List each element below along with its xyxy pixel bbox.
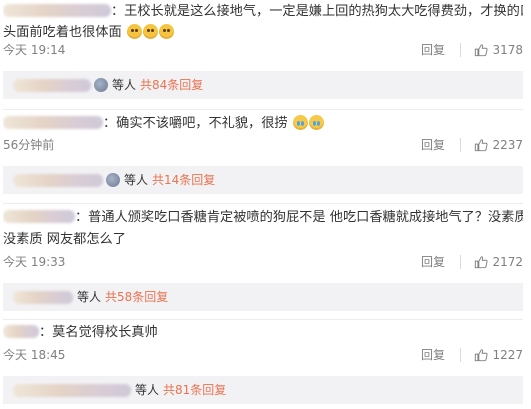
laugh-emoji-icon xyxy=(158,24,174,39)
sub-replies-box[interactable]: 等人 共58条回复 xyxy=(3,283,523,311)
blurred-username xyxy=(13,78,91,92)
avatar xyxy=(106,173,120,187)
comment-time: 今天 19:33 xyxy=(3,255,66,269)
like-button[interactable]: 2237 xyxy=(474,135,523,155)
blurred-username[interactable] xyxy=(3,325,39,338)
reply-button[interactable]: 回复 xyxy=(421,40,445,60)
others-label: 等人 xyxy=(112,78,137,92)
cry-emoji-icon xyxy=(308,115,324,130)
like-button[interactable]: 1227 xyxy=(474,345,523,365)
comment-meta: 今天 18:45 回复 1227 xyxy=(3,345,523,365)
comment-meta: 56分钟前 回复 2237 xyxy=(3,135,523,155)
sub-replies-box[interactable]: 等人 共84条回复 xyxy=(3,71,523,99)
comment-time: 56分钟前 xyxy=(3,138,55,152)
thumbs-up-icon xyxy=(475,256,489,269)
divider xyxy=(3,109,523,110)
comment-time: 今天 18:45 xyxy=(3,348,66,362)
comment-text-line: ：普通人颁奖吃口香糖肯定被喷的狗屁不是 他吃口香糖就成接地气了？没素质就是 xyxy=(3,207,523,228)
laugh-emoji-icon xyxy=(142,24,158,39)
blurred-username[interactable] xyxy=(3,116,103,129)
others-label: 等人 xyxy=(77,290,102,304)
like-button[interactable]: 3178 xyxy=(474,40,523,60)
divider xyxy=(3,203,523,204)
laugh-emoji-icon xyxy=(126,24,142,39)
others-label: 等人 xyxy=(135,383,160,397)
like-count: 1227 xyxy=(492,348,523,362)
like-button[interactable]: 2172 xyxy=(474,252,523,272)
reply-button[interactable]: 回复 xyxy=(421,135,445,155)
divider xyxy=(460,138,461,152)
comment-text-line: ：王校长就是这么接地气，一定是嫌上回的热狗太大吃得费劲，才换的口香糖，镜 xyxy=(3,1,523,22)
like-count: 2172 xyxy=(492,255,523,269)
thumbs-up-icon xyxy=(475,44,489,57)
divider xyxy=(460,348,461,362)
divider xyxy=(460,43,461,57)
comment-text-line: ：莫名觉得校长真帅 xyxy=(3,322,523,343)
comment-text-line: 没素质 网友都怎么了 xyxy=(3,232,126,247)
reply-button[interactable]: 回复 xyxy=(421,345,445,365)
blurred-username xyxy=(13,173,103,187)
thumbs-up-icon xyxy=(475,139,489,152)
comment-meta: 今天 19:14 回复 3178 xyxy=(3,40,523,60)
reply-count-link[interactable]: 共84条回复 xyxy=(140,71,203,99)
divider xyxy=(3,319,523,320)
reply-count-link[interactable]: 共58条回复 xyxy=(105,283,168,311)
divider xyxy=(460,255,461,269)
comment-text-line: ：确实不该嚼吧，不礼貌，很捞 xyxy=(3,113,523,134)
blurred-username[interactable] xyxy=(3,210,75,223)
sub-replies-box[interactable]: 等人 共81条回复 xyxy=(3,376,523,404)
reply-count-link[interactable]: 共81条回复 xyxy=(163,376,226,404)
comment-meta: 今天 19:33 回复 2172 xyxy=(3,252,523,272)
reply-count-link[interactable]: 共14条回复 xyxy=(152,166,215,194)
blurred-username xyxy=(13,290,73,304)
avatar xyxy=(94,78,108,92)
cry-emoji-icon xyxy=(292,115,308,130)
thumbs-up-icon xyxy=(475,349,489,362)
others-label: 等人 xyxy=(124,173,149,187)
like-count: 3178 xyxy=(492,43,523,57)
reply-button[interactable]: 回复 xyxy=(421,252,445,272)
sub-replies-box[interactable]: 等人 共14条回复 xyxy=(3,166,523,194)
blurred-username[interactable] xyxy=(3,4,111,17)
like-count: 2237 xyxy=(492,138,523,152)
comment-time: 今天 19:14 xyxy=(3,43,66,57)
blurred-username xyxy=(13,383,131,397)
